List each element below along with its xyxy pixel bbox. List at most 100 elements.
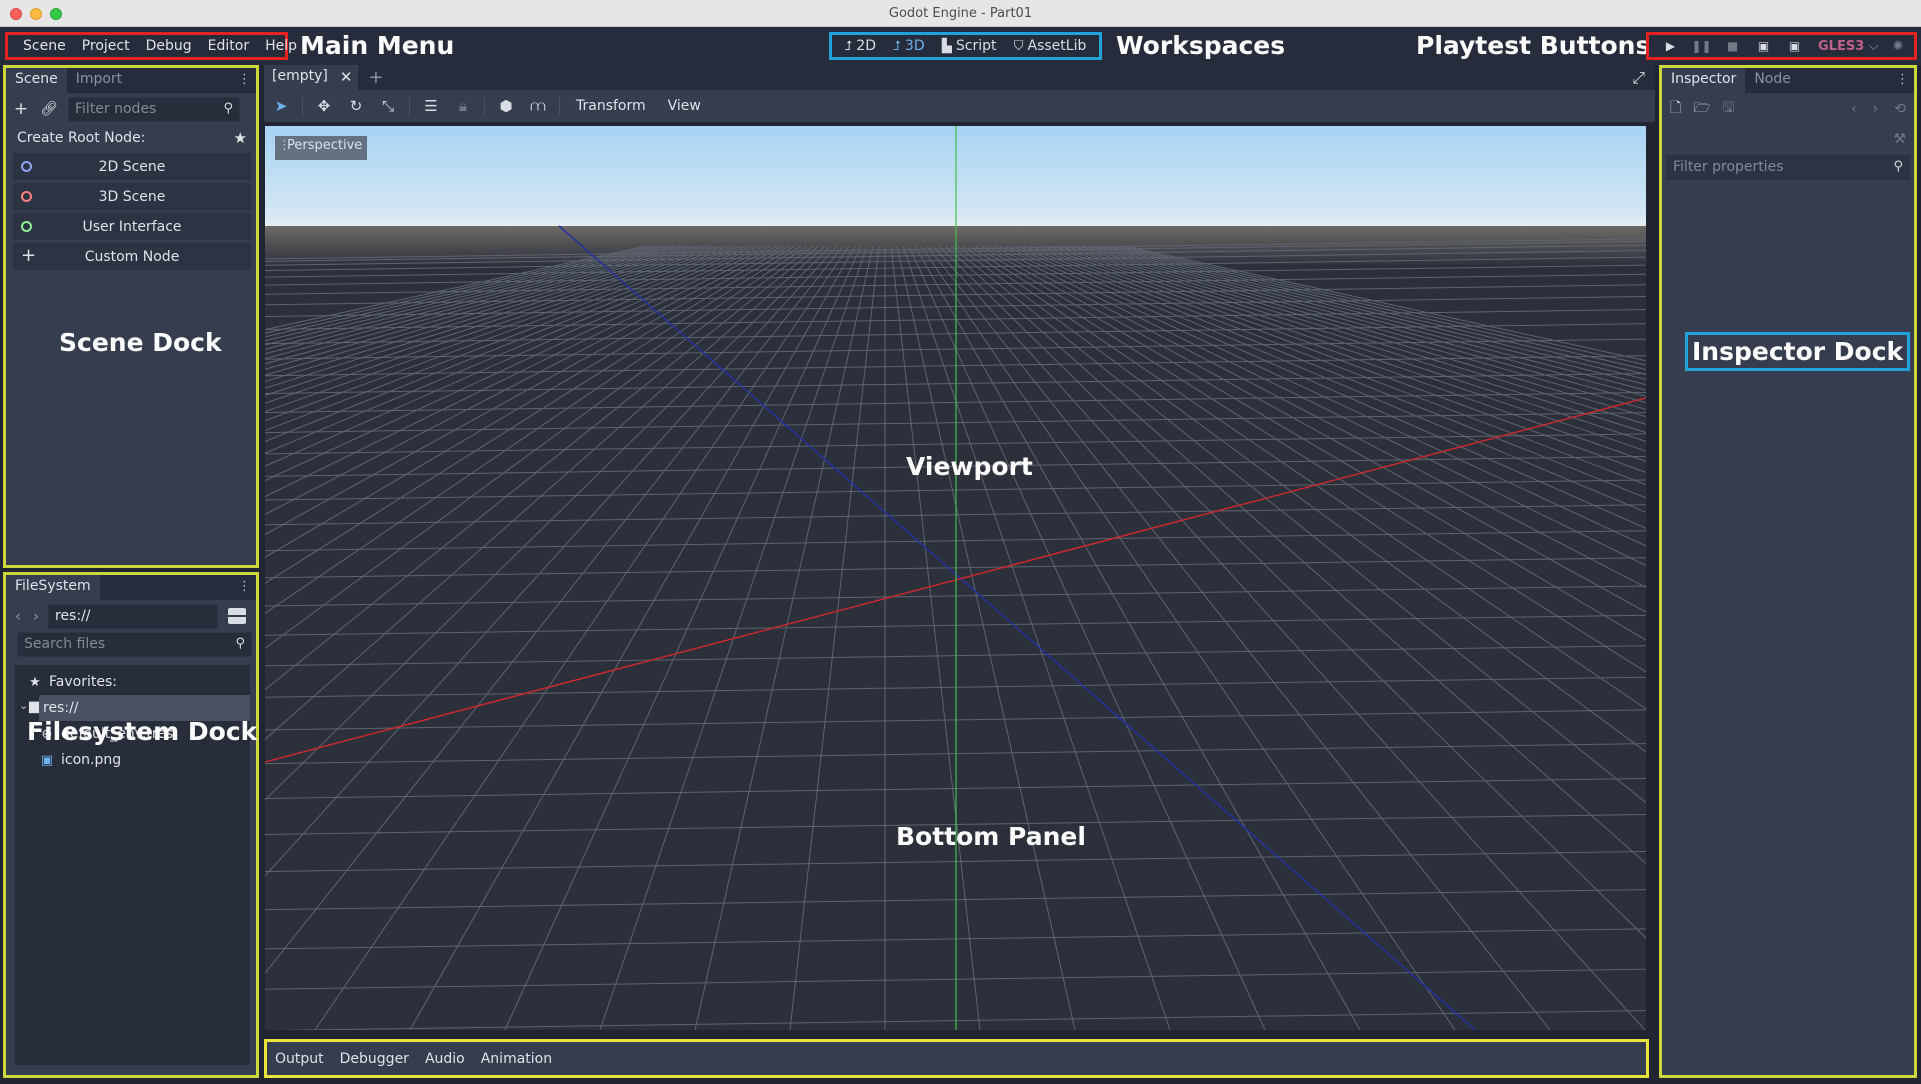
workspaces-annotation: Workspaces <box>1116 31 1286 60</box>
image-icon: ▣ <box>40 752 54 768</box>
create-root-node-label: Create Root Node: <box>17 129 146 146</box>
workspace-assetlib-button[interactable]: ⛉ AssetLib <box>1014 38 1087 54</box>
custom-node-button[interactable]: + Custom Node <box>13 243 251 270</box>
output-tab[interactable]: Output <box>275 1051 324 1067</box>
close-icon[interactable]: ✕ <box>340 68 353 90</box>
list-select-icon[interactable]: ☰ <box>420 97 442 115</box>
add-node-icon[interactable]: + <box>12 99 30 119</box>
search-icon: ⚲ <box>223 100 233 116</box>
split-mode-icon[interactable] <box>228 608 246 624</box>
dock-menu-icon[interactable]: ⋮ <box>238 579 251 594</box>
3d-viewport[interactable]: Perspective Viewport Bottom Panel <box>265 126 1646 1030</box>
tree-item-label: Favorites: <box>49 674 117 690</box>
assetlib-icon: ⛉ <box>1013 38 1024 54</box>
play-icon[interactable]: ▶ <box>1655 39 1686 53</box>
menu-help[interactable]: Help <box>258 38 306 54</box>
menu-editor[interactable]: Editor <box>201 38 258 54</box>
control-icon <box>21 221 32 232</box>
history-icon[interactable]: ⟲ <box>1894 101 1906 117</box>
tree-item-label: icon.png <box>61 752 122 768</box>
lock-icon[interactable]: 🔒︎ <box>452 97 474 115</box>
2d-scene-button[interactable]: 2D Scene <box>13 153 251 180</box>
folder-icon: ▆ <box>29 699 39 714</box>
forward-icon[interactable]: › <box>1873 101 1879 117</box>
distraction-free-icon[interactable]: ⤢ <box>1632 68 1645 88</box>
chevron-down-icon: ⌵ <box>1868 38 1879 54</box>
workspace-script-label: Script <box>955 38 997 54</box>
favorites-star-icon[interactable]: ★ <box>234 129 247 147</box>
pause-icon[interactable]: ❚❚ <box>1686 39 1717 53</box>
workspace-2d-label: 2D <box>856 38 876 54</box>
forward-icon[interactable]: › <box>30 607 42 625</box>
bottom-panel-annotation: Bottom Panel <box>896 822 1086 851</box>
custom-node-label: Custom Node <box>84 248 180 265</box>
inspector-dock-tabs: Inspector Node ⋮ <box>1662 68 1914 93</box>
scene-tab-empty[interactable]: [empty] ✕ <box>264 65 359 90</box>
link-icon[interactable]: 🔗︎ <box>40 101 58 117</box>
scale-tool-icon[interactable]: ⤡ <box>377 97 399 115</box>
play-scene-icon[interactable]: ▣ <box>1748 39 1779 53</box>
main-editor: [empty] ✕ + ⤢ ➤ ✥ ↻ ⤡ ☰ 🔒︎ ⬢ ⩋ Transform… <box>264 65 1655 1037</box>
transform-menu[interactable]: Transform <box>570 98 652 114</box>
tab-scene[interactable]: Scene <box>6 68 67 93</box>
filter-properties-input[interactable]: Filter properties ⚲ <box>1666 155 1910 180</box>
menu-scene[interactable]: Scene <box>16 38 75 54</box>
viewport-toolbar: ➤ ✥ ↻ ⤡ ☰ 🔒︎ ⬢ ⩋ Transform View <box>264 90 1655 122</box>
menu-debug[interactable]: Debug <box>139 38 201 54</box>
scene-dock-annotation: Scene Dock <box>59 328 222 357</box>
editor-top-bar: Scene Project Debug Editor Help Main Men… <box>0 27 1921 65</box>
new-resource-icon[interactable]: 🗋︎ <box>1670 97 1681 121</box>
filter-nodes-input[interactable]: Filter nodes ⚲ <box>68 96 240 122</box>
tree-item-icon-png[interactable]: ▣ icon.png <box>15 747 250 773</box>
window-title: Godot Engine - Part01 <box>888 6 1033 21</box>
spatial-icon <box>21 191 32 202</box>
stop-icon[interactable]: ■ <box>1717 39 1748 53</box>
rotate-tool-icon[interactable]: ↻ <box>345 97 367 115</box>
snap-icon[interactable]: ⩋ <box>527 97 549 115</box>
scene-tabs: [empty] ✕ + ⤢ <box>264 65 1655 90</box>
scene-tab-label: [empty] <box>272 68 328 84</box>
workspace-2d-button[interactable]: ⮥ 2D <box>845 38 876 54</box>
save-icon[interactable]: 🖫︎ <box>1723 97 1735 121</box>
tree-item-favorites[interactable]: ★ Favorites: <box>15 669 250 695</box>
workspace-3d-button[interactable]: ⮥ 3D <box>893 38 924 54</box>
tab-inspector[interactable]: Inspector <box>1662 68 1746 93</box>
view-menu[interactable]: View <box>662 98 707 114</box>
add-tab-icon[interactable]: + <box>368 67 383 88</box>
play-custom-scene-icon[interactable]: ▣ <box>1779 39 1810 53</box>
tab-import[interactable]: Import <box>67 68 131 93</box>
back-icon[interactable]: ‹ <box>12 607 24 625</box>
dock-menu-icon[interactable]: ⋮ <box>1896 72 1909 87</box>
create-root-node-row: Create Root Node: ★ <box>6 125 256 150</box>
renderer-select[interactable]: GLES3 ⌵ <box>1818 39 1879 54</box>
filesystem-dock-annotation: Filesystem Dock <box>27 717 258 746</box>
scene-dock-tabs: Scene Import ⋮ <box>6 68 256 93</box>
3d-scene-button[interactable]: 3D Scene <box>13 183 251 210</box>
chevron-down-icon[interactable]: ⌄ <box>19 699 28 712</box>
object-properties-icon[interactable]: ⚒ <box>1893 131 1906 147</box>
menu-project[interactable]: Project <box>75 38 139 54</box>
back-icon[interactable]: ‹ <box>1851 101 1857 117</box>
filter-nodes-placeholder: Filter nodes <box>75 100 157 117</box>
tab-node[interactable]: Node <box>1745 68 1800 93</box>
dock-menu-icon[interactable]: ⋮ <box>238 72 251 87</box>
move-tool-icon[interactable]: ✥ <box>313 97 335 115</box>
path-field[interactable]: res:// <box>48 603 218 629</box>
debugger-tab[interactable]: Debugger <box>340 1051 409 1067</box>
search-files-input[interactable]: Search files ⚲ <box>17 632 252 657</box>
node2d-icon <box>21 161 32 172</box>
select-tool-icon[interactable]: ➤ <box>270 97 292 115</box>
main-menu: Scene Project Debug Editor Help <box>5 32 297 60</box>
audio-tab[interactable]: Audio <box>425 1051 465 1067</box>
animation-tab[interactable]: Animation <box>481 1051 552 1067</box>
workspace-script-button[interactable]: ▙ Script <box>942 38 997 54</box>
user-interface-button[interactable]: User Interface <box>13 213 251 240</box>
open-folder-icon[interactable]: 🗁︎ <box>1693 97 1710 121</box>
viewport-canvas[interactable] <box>265 126 1646 1030</box>
tab-filesystem[interactable]: FileSystem <box>6 575 100 600</box>
local-space-icon[interactable]: ⬢ <box>495 97 517 115</box>
filter-properties-placeholder: Filter properties <box>1673 159 1784 175</box>
star-icon: ★ <box>29 674 41 690</box>
perspective-menu[interactable]: Perspective <box>275 136 368 160</box>
3d-scene-label: 3D Scene <box>98 188 166 205</box>
